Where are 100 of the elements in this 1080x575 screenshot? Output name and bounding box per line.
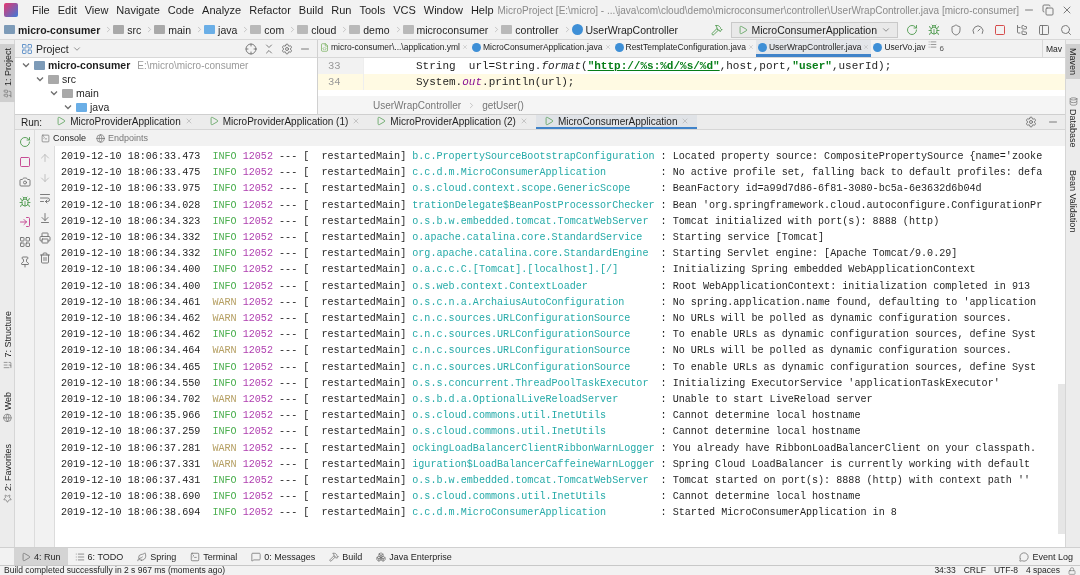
editor-tab[interactable]: UserVo.jav <box>871 40 928 57</box>
tool-window-tab[interactable]: Bean Validation <box>1065 165 1080 236</box>
stop-icon[interactable] <box>994 23 1006 36</box>
breadcrumb-item[interactable]: micro-consumer <box>4 23 105 36</box>
breadcrumb-item[interactable]: demo <box>349 23 394 36</box>
print-icon[interactable] <box>38 232 51 244</box>
tool-window-tab[interactable]: 4: Run <box>14 548 68 565</box>
status-item[interactable]: 34:33 <box>934 566 956 575</box>
tool-window-tab[interactable]: Maven <box>1065 44 1080 79</box>
menu-item[interactable]: Window <box>419 4 467 16</box>
tool-window-tab[interactable]: 1: Project <box>0 44 15 103</box>
tool-window-tab[interactable]: Build <box>322 548 370 565</box>
log-pid: 12052 <box>242 474 273 489</box>
status-item[interactable]: UTF-8 <box>993 566 1018 575</box>
debug-icon[interactable] <box>928 23 940 36</box>
log-pid: 12052 <box>242 198 273 213</box>
tree-item[interactable]: src <box>62 73 76 85</box>
event-log-tab[interactable]: Event Log <box>1012 548 1080 565</box>
menu-item[interactable]: View <box>80 4 113 16</box>
log-timestamp: 2019-12-10 18:06:34.332 <box>61 247 201 262</box>
log-logger: org.apache.catalina.core.StandardEngine <box>412 247 650 262</box>
run-tab[interactable]: MicroProviderApplication (2) <box>368 115 536 129</box>
menu-item[interactable]: Run <box>327 4 356 16</box>
log-severity: INFO <box>211 506 237 521</box>
layout-icon[interactable] <box>18 236 31 248</box>
breadcrumb-item[interactable]: java <box>204 23 242 36</box>
tree-item[interactable]: main <box>76 87 99 99</box>
menu-item[interactable]: File <box>28 4 54 16</box>
breadcrumb-item[interactable]: cloud <box>297 23 341 36</box>
breadcrumb-item[interactable]: UserWrapController <box>571 23 683 36</box>
menu-item[interactable]: VCS <box>389 4 420 16</box>
tree-item[interactable]: java <box>90 101 110 113</box>
menu-item[interactable]: Build <box>294 4 328 16</box>
tool-window-tab[interactable]: 6: TODO <box>67 548 131 565</box>
trash-icon[interactable] <box>38 252 51 264</box>
code-breadcrumb[interactable]: getUser() <box>482 99 524 111</box>
run-configuration-dropdown[interactable]: MicroConsumerApplication <box>730 21 898 38</box>
breadcrumb-item[interactable]: src <box>113 23 146 36</box>
menu-item[interactable]: Help <box>466 4 498 16</box>
log-severity: INFO <box>211 214 237 229</box>
locate-icon[interactable] <box>245 42 257 55</box>
run-tab[interactable]: MicroProviderApplication (1) <box>200 115 369 129</box>
log-timestamp: 2019-12-10 18:06:38.694 <box>61 506 201 521</box>
tool-window-tab[interactable]: Database <box>1065 93 1080 152</box>
collapse-icon[interactable] <box>263 42 275 55</box>
editor-tab[interactable]: MicroConsumerApplication.java <box>469 40 613 57</box>
breadcrumb-item[interactable]: main <box>154 23 196 36</box>
camera-icon[interactable] <box>18 176 31 188</box>
log-timestamp: 2019-12-10 18:06:34.323 <box>61 214 201 229</box>
log-logger: c.n.c.sources.URLConfigurationSource <box>412 360 632 375</box>
rerun-icon[interactable] <box>18 136 31 148</box>
menu-item[interactable]: Edit <box>53 4 81 16</box>
menu-item[interactable]: Code <box>163 4 199 16</box>
tool-window-tab[interactable]: Java Enterprise <box>369 548 459 565</box>
tool-window-tab[interactable]: Web <box>0 387 15 426</box>
menu-item[interactable]: Navigate <box>112 4 164 16</box>
debug-icon[interactable] <box>18 196 31 208</box>
tool-window-tab[interactable]: 0: Messages <box>244 548 323 565</box>
run-tab[interactable]: MicroProviderApplication <box>48 115 201 129</box>
hidden-tabs-count[interactable]: 6 <box>936 40 947 57</box>
run-tab[interactable]: MicroConsumerApplication <box>535 115 698 129</box>
tool-window-tab[interactable]: Terminal <box>183 548 245 565</box>
editor-tab[interactable]: UserWrapController.java <box>756 40 872 57</box>
tab-list-icon[interactable] <box>927 40 937 49</box>
tree-item[interactable]: micro-consumer <box>48 59 131 71</box>
tool-window-tab[interactable]: 2: Favorites <box>0 439 15 507</box>
stop-icon[interactable] <box>18 156 31 168</box>
class-icon <box>873 42 883 52</box>
rerun-icon[interactable] <box>906 23 918 36</box>
tool-window-tab[interactable]: Spring <box>130 548 184 565</box>
console-tab[interactable]: Console <box>41 133 87 143</box>
status-item[interactable]: CRLF <box>963 566 986 575</box>
profiler-icon[interactable] <box>972 23 984 36</box>
scrollbar[interactable] <box>1058 384 1065 534</box>
menu-item[interactable]: Analyze <box>198 4 246 16</box>
log-thread: --- [ restartedMain] <box>279 506 407 521</box>
restore-icon[interactable] <box>1041 4 1054 16</box>
project-view-selector[interactable]: Project <box>21 42 82 55</box>
coverage-icon[interactable] <box>950 23 962 36</box>
menu-item[interactable]: Tools <box>355 4 390 16</box>
breadcrumb-item[interactable]: controller <box>501 23 563 36</box>
tool-window-tab[interactable]: 7: Structure <box>0 307 15 374</box>
exit-icon[interactable] <box>18 216 31 228</box>
menu-item[interactable]: Refactor <box>245 4 295 16</box>
hammer-icon[interactable] <box>710 23 723 36</box>
project-structure-icon[interactable] <box>1016 23 1028 36</box>
breadcrumb-item[interactable]: com <box>250 23 289 36</box>
breadcrumb-item[interactable]: microconsumer <box>402 23 493 36</box>
panel-icon[interactable] <box>1038 23 1050 36</box>
editor-tab[interactable]: RestTemplateConfiguration.java <box>612 40 756 57</box>
code-breadcrumb[interactable]: UserWrapController <box>373 99 462 111</box>
search-icon[interactable] <box>1060 23 1072 36</box>
pin-icon[interactable] <box>18 256 31 268</box>
wrap-icon[interactable] <box>38 192 51 204</box>
settings-icon[interactable] <box>281 42 293 55</box>
scroll-to-end-icon[interactable] <box>38 212 51 224</box>
console-tab[interactable]: Endpoints <box>96 133 149 143</box>
status-item[interactable]: 4 spaces <box>1025 566 1060 575</box>
settings-icon[interactable] <box>1025 116 1037 128</box>
editor-tab[interactable]: micro-consumer\...\application.yml <box>318 40 470 57</box>
